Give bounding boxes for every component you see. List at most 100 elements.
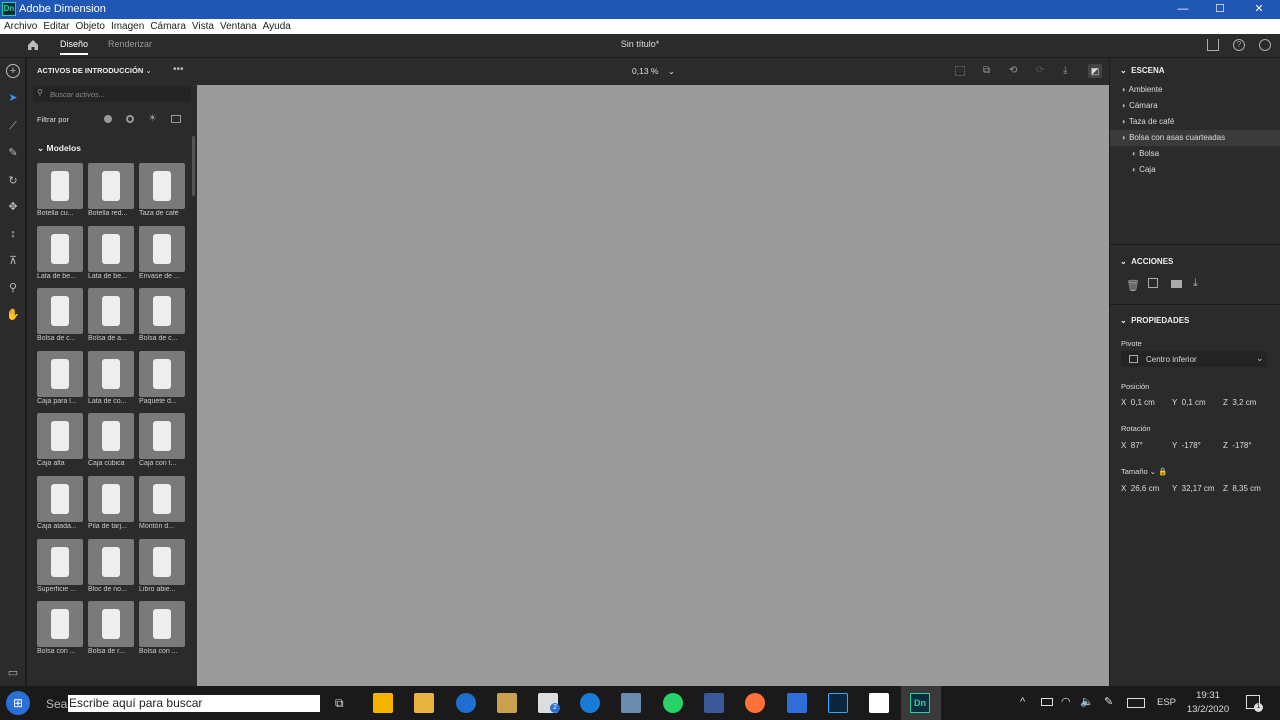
minimize-button[interactable]: —: [1163, 0, 1203, 19]
asset-item[interactable]: Caja con t...: [139, 413, 185, 467]
asset-item[interactable]: Bolsa de c...: [37, 288, 83, 342]
dimension-taskbar-item[interactable]: Dn: [901, 686, 941, 720]
file-explorer-icon[interactable]: [414, 693, 434, 713]
asset-item[interactable]: Botella cu...: [37, 163, 83, 217]
tab-diseno[interactable]: Diseño: [60, 39, 89, 55]
asset-item[interactable]: Pila de tarj...: [88, 476, 134, 530]
volume-icon[interactable]: 🔈: [1080, 695, 1094, 708]
asset-item[interactable]: Lata de co...: [88, 350, 134, 405]
whatsapp-icon[interactable]: [663, 693, 683, 713]
hand-icon[interactable]: ✋: [6, 308, 20, 322]
magic-wand-icon[interactable]: ⟋: [6, 119, 20, 133]
asset-item[interactable]: Bolsa de c...: [139, 288, 185, 342]
menu-ventana[interactable]: Ventana: [220, 19, 257, 34]
delete-icon[interactable]: 🗑: [1126, 279, 1140, 292]
position-z-field[interactable]: Z 3,2 cm: [1223, 398, 1256, 407]
zoom-level[interactable]: 0,13 % ⌄: [632, 66, 675, 77]
help-icon[interactable]: ?: [1233, 39, 1245, 51]
more-options-icon[interactable]: •••: [173, 64, 184, 75]
store-icon[interactable]: [373, 693, 393, 713]
zoom-icon[interactable]: ⚲: [6, 281, 20, 295]
asset-item[interactable]: Lata de be...: [37, 225, 83, 280]
asset-item[interactable]: Taza de café: [139, 163, 185, 217]
asset-item[interactable]: Caja cúbica: [88, 413, 134, 467]
facebook-icon[interactable]: [704, 693, 724, 713]
align-icon[interactable]: ⟳: [1036, 65, 1044, 76]
frame-icon[interactable]: [955, 66, 965, 76]
asset-item[interactable]: Libro abie...: [139, 538, 185, 593]
properties-section-header[interactable]: ⌄ PROPIEDADES: [1120, 316, 1189, 325]
scene-item[interactable]: ◐ Bolsa: [1110, 146, 1280, 162]
drop-to-ground-icon[interactable]: ⤓: [1063, 65, 1067, 76]
filter-models-icon[interactable]: [104, 115, 112, 123]
language-indicator[interactable]: ESP: [1157, 697, 1176, 708]
pivot-dropdown[interactable]: Centro inferior ⌄: [1121, 351, 1267, 367]
menu-ayuda[interactable]: Ayuda: [263, 19, 291, 34]
firefox-icon[interactable]: [745, 693, 765, 713]
asset-item[interactable]: Bolsa de r...: [88, 601, 134, 655]
asset-item[interactable]: Caja atada...: [37, 476, 83, 530]
taskbar-search-input[interactable]: Escribe aquí para buscar: [68, 695, 320, 712]
canvas-viewport[interactable]: [197, 85, 1109, 686]
rotation-y-field[interactable]: Y -178°: [1172, 441, 1201, 450]
battery-icon[interactable]: [1041, 698, 1053, 706]
menu-objeto[interactable]: Objeto: [75, 19, 104, 34]
scene-item[interactable]: ◐ Taza de café: [1110, 114, 1280, 130]
mail-icon[interactable]: 2: [538, 693, 560, 713]
menu-camara[interactable]: Cámara: [150, 19, 186, 34]
account-icon[interactable]: [1259, 39, 1271, 51]
clock[interactable]: 19:31 13/2/2020: [1185, 690, 1231, 715]
asset-item[interactable]: Botella red...: [88, 163, 134, 217]
filter-materials-icon[interactable]: [126, 115, 134, 123]
scene-section-header[interactable]: ⌄ ESCENA: [1120, 66, 1165, 75]
filter-images-icon[interactable]: [171, 115, 181, 123]
rotation-x-field[interactable]: X 87°: [1121, 441, 1143, 450]
position-y-field[interactable]: Y 0,1 cm: [1172, 398, 1206, 407]
asset-item[interactable]: Envase de ...: [139, 225, 185, 280]
actions-section-header[interactable]: ⌄ ACCIONES: [1120, 257, 1173, 266]
scene-item[interactable]: ◐ Cámara: [1110, 98, 1280, 114]
position-x-field[interactable]: X 0,1 cm: [1121, 398, 1155, 407]
photoshop-icon[interactable]: [828, 693, 848, 713]
scene-item[interactable]: ◐ Ambiente: [1110, 82, 1280, 98]
share-icon[interactable]: [1207, 39, 1219, 51]
scene-item[interactable]: ◐ Caja: [1110, 162, 1280, 178]
duplicate-icon[interactable]: [1148, 278, 1158, 288]
menu-vista[interactable]: Vista: [192, 19, 214, 34]
assets-scrollbar[interactable]: [192, 136, 195, 196]
scene-item[interactable]: ◐ Bolsa con asas cuarteadas: [1110, 130, 1280, 146]
sample-tool-icon[interactable]: ✎: [6, 146, 20, 160]
dolly-icon[interactable]: ↕: [6, 227, 20, 241]
select-tool-icon[interactable]: ➤: [6, 91, 20, 105]
size-z-field[interactable]: Z 8,35 cm: [1223, 484, 1261, 493]
media-icon[interactable]: [497, 693, 517, 713]
rotation-z-field[interactable]: Z -178°: [1223, 441, 1252, 450]
asset-item[interactable]: Paquete d...: [139, 350, 185, 405]
app-icon[interactable]: [621, 693, 641, 713]
orbit-icon[interactable]: ↻: [6, 174, 20, 188]
panel-toggle-icon[interactable]: ▭: [6, 666, 20, 680]
show-hidden-icon[interactable]: ^: [1020, 696, 1025, 708]
internet-explorer-icon[interactable]: [456, 693, 476, 713]
asset-item[interactable]: Bolsa de a...: [88, 288, 134, 342]
asset-item[interactable]: Superficie ...: [37, 538, 83, 593]
size-y-field[interactable]: Y 32,17 cm: [1172, 484, 1215, 493]
size-x-field[interactable]: X 26,6 cm: [1121, 484, 1159, 493]
asset-item[interactable]: Bolsa con ...: [37, 601, 83, 655]
asset-item[interactable]: Caja alta: [37, 413, 83, 467]
notifications-icon[interactable]: 1: [1246, 695, 1263, 712]
rotate-view-icon[interactable]: ⟲: [1009, 65, 1017, 76]
menu-archivo[interactable]: Archivo: [4, 19, 37, 34]
render-preview-icon[interactable]: ◩: [1088, 64, 1102, 78]
menu-imagen[interactable]: Imagen: [111, 19, 144, 34]
models-section-header[interactable]: ⌄ Modelos: [37, 143, 81, 154]
asset-item[interactable]: Caja para l...: [37, 350, 83, 405]
asset-item[interactable]: Montón d...: [139, 476, 185, 530]
evernote-icon[interactable]: [869, 693, 889, 713]
horizon-icon[interactable]: ⊼: [6, 254, 20, 268]
group-icon[interactable]: [1171, 280, 1182, 288]
task-view-icon[interactable]: ⧉: [335, 696, 344, 711]
asset-item[interactable]: Bloc de no...: [88, 538, 134, 593]
maximize-button[interactable]: ☐: [1200, 0, 1240, 19]
move-icon[interactable]: ✥: [6, 200, 20, 214]
